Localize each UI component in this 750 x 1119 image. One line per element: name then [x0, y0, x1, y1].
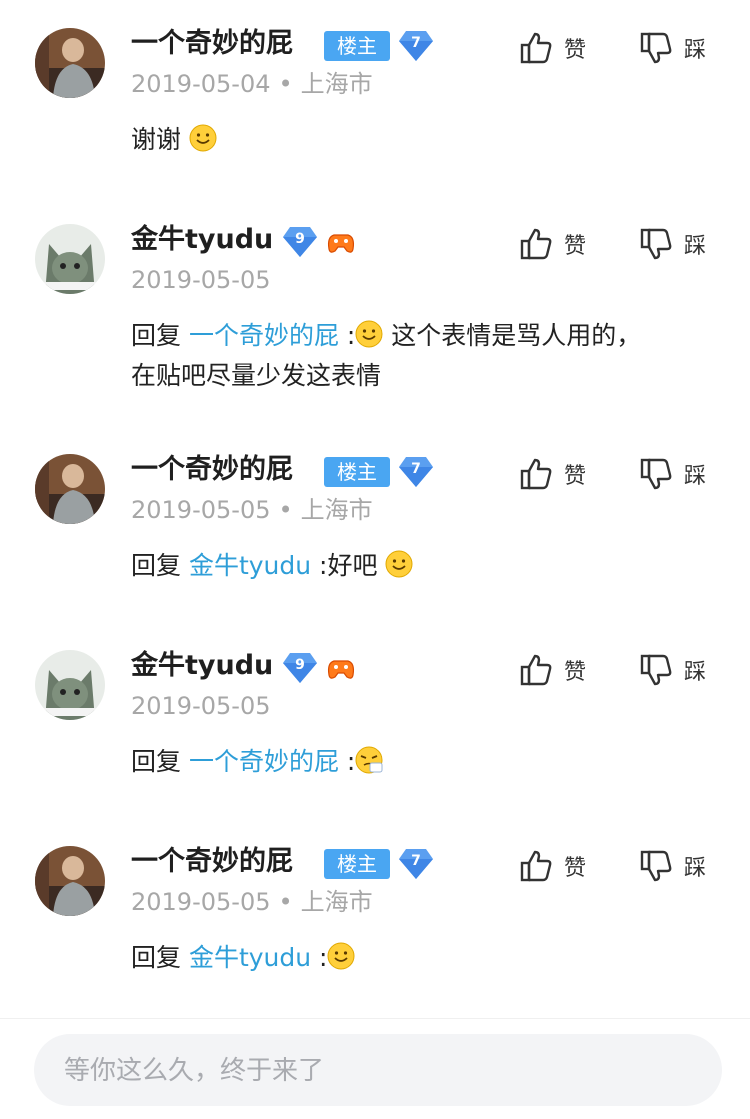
thumbs-down-icon	[638, 456, 674, 492]
post-date: 2019-05-05	[131, 692, 271, 720]
thumbs-down-icon	[638, 226, 674, 262]
meta-line: 2019-05-05 • 上海市	[131, 886, 373, 918]
reply-prefix: 回复	[131, 943, 189, 972]
dislike-label: 踩	[684, 464, 707, 489]
like-label: 赞	[564, 234, 587, 259]
meta-dot: •	[278, 496, 293, 524]
game-controller-icon	[325, 653, 357, 683]
smile-emoji-icon	[385, 550, 413, 578]
post-date: 2019-05-04	[131, 70, 271, 98]
meta-line: 2019-05-05 • 上海市	[131, 494, 373, 526]
like-label: 赞	[564, 856, 587, 881]
like-button[interactable]: 赞	[518, 846, 586, 886]
thumbs-down-icon	[638, 848, 674, 884]
sneeze-emoji-icon	[355, 746, 383, 774]
comment-text: 回复 一个奇妙的屁 :	[131, 742, 671, 782]
smile-emoji-icon	[327, 942, 355, 970]
comment-content: 谢谢	[131, 125, 182, 154]
dislike-label: 踩	[684, 234, 707, 259]
avatar[interactable]	[35, 224, 105, 294]
dislike-button[interactable]: 踩	[638, 454, 706, 494]
comment-text: 回复 金牛tyudu :好吧	[131, 546, 671, 586]
post-date: 2019-05-05	[131, 496, 271, 524]
username[interactable]: 一个奇妙的屁	[131, 452, 293, 488]
reply-to-user-link[interactable]: 金牛tyudu	[189, 943, 311, 972]
diamond-level-icon: 7	[398, 455, 434, 489]
level-number: 7	[411, 35, 421, 51]
post-date: 2019-05-05	[131, 266, 271, 294]
username[interactable]: 一个奇妙的屁	[131, 844, 293, 880]
reply-prefix: 回复	[131, 321, 189, 350]
level-number: 9	[295, 231, 305, 247]
level-number: 9	[295, 657, 305, 673]
meta-line: 2019-05-05	[131, 264, 270, 296]
reply-prefix: 回复	[131, 551, 189, 580]
post-location: 上海市	[300, 70, 373, 98]
dislike-button[interactable]: 踩	[638, 28, 706, 68]
reply-input-bar	[0, 1018, 750, 1119]
reply-input-container[interactable]	[34, 1034, 722, 1108]
meta-dot: •	[278, 70, 293, 98]
dislike-button[interactable]: 踩	[638, 224, 706, 264]
post-location: 上海市	[300, 888, 373, 916]
diamond-level-icon: 7	[398, 847, 434, 881]
like-button[interactable]: 赞	[518, 650, 586, 690]
dislike-label: 踩	[684, 660, 707, 685]
reply-separator: :	[338, 321, 356, 350]
diamond-level-icon: 9	[282, 225, 318, 259]
thumbs-up-icon	[518, 30, 554, 66]
username[interactable]: 金牛tyudu	[131, 648, 273, 684]
dislike-button[interactable]: 踩	[638, 846, 706, 886]
diamond-level-icon: 9	[282, 651, 318, 685]
thumbs-down-icon	[638, 652, 674, 688]
thumbs-up-icon	[518, 226, 554, 262]
post-date: 2019-05-05	[131, 888, 271, 916]
comment-text: 回复 金牛tyudu :	[131, 938, 671, 978]
smile-emoji-icon	[355, 320, 383, 348]
reply-separator: :	[311, 551, 328, 580]
level-number: 7	[411, 461, 421, 477]
avatar[interactable]	[35, 650, 105, 720]
dislike-label: 踩	[684, 38, 707, 63]
like-label: 赞	[564, 464, 587, 489]
reply-separator: :	[311, 943, 328, 972]
meta-line: 2019-05-04 • 上海市	[131, 68, 373, 100]
username[interactable]: 金牛tyudu	[131, 222, 273, 258]
avatar[interactable]	[35, 846, 105, 916]
dislike-label: 踩	[684, 856, 707, 881]
like-button[interactable]: 赞	[518, 28, 586, 68]
avatar[interactable]	[35, 28, 105, 98]
comment-text: 回复 一个奇妙的屁 : 这个表情是骂人用的，在贴吧尽量少发这表情	[131, 316, 661, 396]
diamond-level-icon: 7	[398, 29, 434, 63]
reply-input[interactable]	[62, 1034, 686, 1108]
game-controller-icon	[325, 227, 357, 257]
username[interactable]: 一个奇妙的屁	[131, 26, 293, 62]
thumbs-up-icon	[518, 652, 554, 688]
comment-content: 好吧	[327, 551, 378, 580]
like-button[interactable]: 赞	[518, 224, 586, 264]
op-badge: 楼主	[324, 849, 390, 879]
reply-to-user-link[interactable]: 金牛tyudu	[189, 551, 311, 580]
thumbs-up-icon	[518, 456, 554, 492]
meta-dot: •	[278, 888, 293, 916]
post-location: 上海市	[300, 496, 373, 524]
like-button[interactable]: 赞	[518, 454, 586, 494]
avatar[interactable]	[35, 454, 105, 524]
comment-text: 谢谢	[131, 120, 671, 160]
reply-to-user-link[interactable]: 一个奇妙的屁	[189, 747, 339, 776]
smile-emoji-icon	[189, 124, 217, 152]
like-label: 赞	[564, 38, 587, 63]
like-label: 赞	[564, 660, 587, 685]
level-number: 7	[411, 853, 421, 869]
meta-line: 2019-05-05	[131, 690, 270, 722]
reply-separator: :	[338, 747, 356, 776]
reply-to-user-link[interactable]: 一个奇妙的屁	[189, 321, 339, 350]
reply-prefix: 回复	[131, 747, 189, 776]
thumbs-up-icon	[518, 848, 554, 884]
op-badge: 楼主	[324, 31, 390, 61]
op-badge: 楼主	[324, 457, 390, 487]
dislike-button[interactable]: 踩	[638, 650, 706, 690]
thumbs-down-icon	[638, 30, 674, 66]
